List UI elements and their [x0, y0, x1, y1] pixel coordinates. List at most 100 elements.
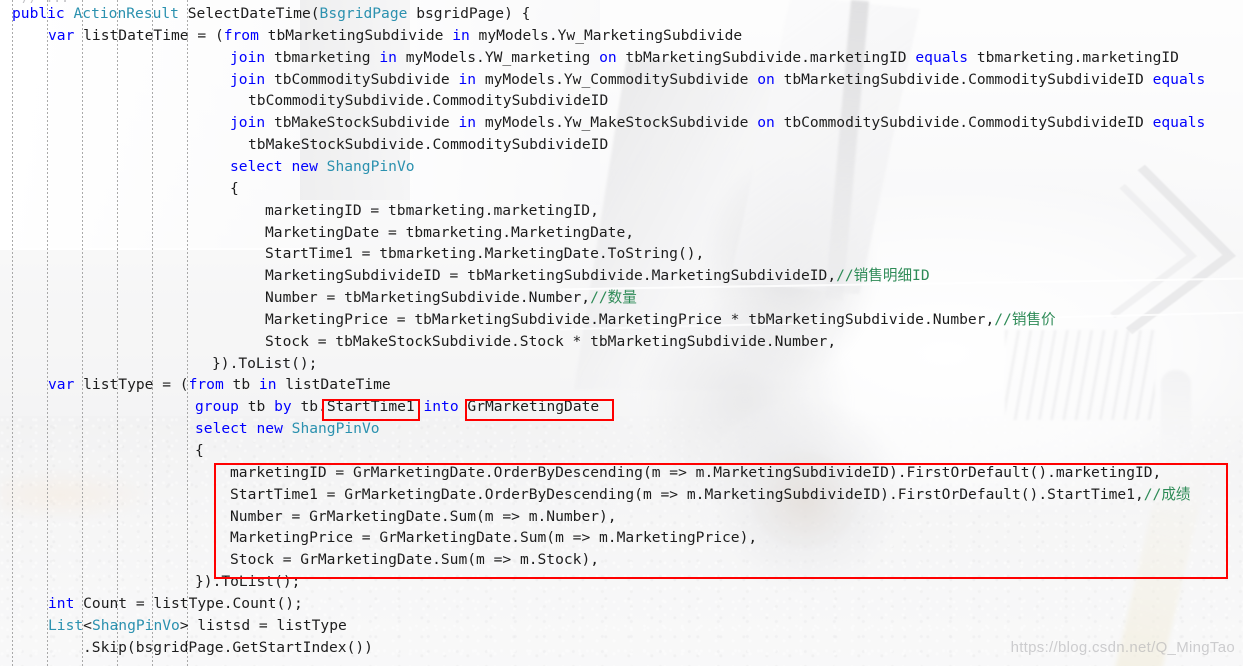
code-line: Number = tbMarketingSubdivide.Number,//数…	[265, 287, 637, 309]
code-token-kw: equals	[915, 48, 969, 66]
code-token-typ: ShangPinVo	[326, 157, 415, 175]
code-line: Stock = GrMarketingDate.Sum(m => m.Stock…	[230, 549, 599, 571]
code-token-kw: on	[599, 48, 617, 66]
code-token-pln: tbMarketingSubdivide.CommoditySubdivideI…	[774, 70, 1153, 88]
code-token-typ: ActionResult	[73, 5, 188, 22]
indent-guide-1	[12, 0, 13, 666]
code-line: marketingID = tbmarketing.marketingID,	[265, 200, 599, 222]
code-token-pln: SelectDateTime(	[187, 5, 320, 22]
code-token-pln: .Skip(bsgridPage.GetStartIndex())	[83, 638, 373, 656]
code-token-pln: listDateTime = (	[74, 26, 224, 44]
code-token-kw: select new	[230, 157, 327, 175]
code-token-kw: from	[188, 376, 224, 394]
code-token-pln: tbMarketingSubdivide	[258, 26, 453, 44]
code-token-pln: listType = (	[74, 376, 189, 394]
code-token-kw: var	[48, 376, 75, 394]
code-token-cmt: //销售明细ID	[836, 267, 930, 285]
code-token-pln: tb.StartTime1	[291, 398, 424, 416]
code-token-typ: ShangPinVo	[91, 616, 180, 634]
code-token-kw: in	[258, 376, 277, 394]
code-token-kw: select new	[195, 420, 292, 438]
code-token-pln: StartTime1 = tbmarketing.MarketingDate.T…	[265, 245, 705, 263]
code-screenshot: // ... public ActionResult SelectDateTim…	[0, 0, 1243, 666]
code-token-kw: join	[230, 114, 266, 132]
code-line: StartTime1 = GrMarketingDate.OrderByDesc…	[230, 484, 1191, 506]
code-token-cmt: //数量	[590, 289, 637, 307]
code-token-typ: BsgridPage	[319, 5, 408, 22]
code-token-typ: ShangPinVo	[291, 420, 380, 438]
indent-guide-4	[117, 0, 118, 666]
code-token-pln: StartTime1 = GrMarketingDate.OrderByDesc…	[230, 485, 1144, 503]
code-token-pln: tbMakeStockSubdivide.CommoditySubdivideI…	[248, 136, 609, 154]
code-token-pln: }).ToList();	[195, 573, 301, 591]
code-token-kw: equals	[1152, 114, 1206, 132]
code-token-kw: join	[230, 48, 266, 66]
code-token-pln: MarketingPrice = GrMarketingDate.Sum(m =…	[230, 529, 758, 547]
code-token-pln: myModels.Yw_MarketingSubdivide	[469, 26, 743, 44]
code-token-pln: tbCommoditySubdivide.CommoditySubdivideI…	[774, 114, 1153, 132]
code-line: var listType = (from tb in listDateTime	[48, 374, 391, 396]
code-token-pln: tbCommoditySubdivide	[265, 70, 459, 88]
code-token-pln: Count = listType.Count();	[74, 594, 303, 612]
code-line: join tbCommoditySubdivide in myModels.Yw…	[230, 69, 1205, 91]
code-token-pln: tbmarketing	[265, 48, 380, 66]
code-token-kw: in	[458, 114, 477, 132]
code-token-pln: MarketingPrice = tbMarketingSubdivide.Ma…	[265, 310, 995, 328]
code-token-pln: MarketingSubdivideID = tbMarketingSubdiv…	[265, 267, 837, 285]
indent-guide-6	[187, 0, 188, 666]
code-token-pln: MarketingDate = tbmarketing.MarketingDat…	[265, 223, 635, 241]
code-token-kw: on	[757, 70, 775, 88]
code-line: StartTime1 = tbmarketing.MarketingDate.T…	[265, 243, 704, 265]
code-token-pln: tb	[238, 398, 275, 416]
code-line: MarketingDate = tbmarketing.MarketingDat…	[265, 222, 634, 244]
indent-guide-2	[47, 0, 48, 666]
code-token-cmt: //成绩	[1143, 485, 1191, 503]
code-token-pln: {	[195, 442, 204, 459]
code-token-kw: equals	[1152, 70, 1206, 88]
code-token-pln: Stock = GrMarketingDate.Sum(m => m.Stock…	[230, 551, 600, 569]
code-line: MarketingSubdivideID = tbMarketingSubdiv…	[265, 265, 930, 287]
code-line: select new ShangPinVo	[195, 418, 380, 440]
code-token-pln: bsgridPage) {	[407, 5, 531, 22]
code-token-pln: Number = tbMarketingSubdivide.Number,	[265, 289, 591, 307]
code-line: int Count = listType.Count();	[48, 593, 303, 615]
code-token-pln: Stock = tbMakeStockSubdivide.Stock * tbM…	[265, 332, 837, 350]
code-line: join tbmarketing in myModels.YW_marketin…	[230, 47, 1179, 69]
code-token-pln: GrMarketingDate	[458, 398, 600, 416]
code-line: MarketingPrice = tbMarketingSubdivide.Ma…	[265, 309, 1056, 331]
code-line: }).ToList();	[195, 571, 300, 593]
code-token-pln: tbMarketingSubdivide.marketingID	[616, 48, 916, 66]
code-line: marketingID = GrMarketingDate.OrderByDes…	[230, 462, 1161, 484]
code-token-kw: in	[379, 48, 397, 66]
code-token-pln: > listsd = listType	[179, 616, 347, 634]
code-token-pln: <	[83, 616, 92, 634]
code-token-pln: myModels.YW_marketing	[396, 48, 600, 66]
code-line: tbMakeStockSubdivide.CommoditySubdivideI…	[248, 134, 608, 156]
code-line: join tbMakeStockSubdivide in myModels.Yw…	[230, 112, 1205, 134]
code-token-pln: tbMakeStockSubdivide	[265, 114, 459, 132]
code-line: var listDateTime = (from tbMarketingSubd…	[48, 25, 742, 47]
code-token-typ: List	[48, 616, 84, 634]
code-token-pln: }).ToList();	[212, 354, 318, 372]
code-line: .Skip(bsgridPage.GetStartIndex())	[83, 637, 373, 659]
code-token-pln: tb	[223, 376, 259, 394]
code-token-cmt: //销售价	[994, 310, 1056, 328]
code-token-kw: join	[230, 70, 266, 88]
code-token-pln: marketingID = GrMarketingDate.OrderByDes…	[230, 463, 1162, 481]
code-token-pln: {	[230, 179, 239, 197]
code-token-pln: myModels.Yw_MakeStockSubdivide	[476, 114, 758, 132]
code-token-kw: group	[195, 398, 239, 416]
code-line: {	[195, 440, 204, 462]
code-line: MarketingPrice = GrMarketingDate.Sum(m =…	[230, 527, 757, 549]
code-line: Stock = tbMakeStockSubdivide.Stock * tbM…	[265, 331, 836, 353]
code-line: {	[230, 178, 239, 200]
code-token-pln: marketingID = tbmarketing.marketingID,	[265, 201, 599, 219]
code-line: group tb by tb.StartTime1 into GrMarketi…	[195, 396, 599, 418]
code-line: select new ShangPinVo	[230, 156, 415, 178]
code-line: }).ToList();	[212, 353, 317, 375]
code-token-pln: Number = GrMarketingDate.Sum(m => m.Numb…	[230, 507, 617, 525]
code-line: public ActionResult SelectDateTime(Bsgri…	[12, 3, 530, 25]
code-token-kw: in	[452, 26, 470, 44]
code-token-kw: var	[48, 26, 75, 44]
code-token-kw: public	[12, 5, 74, 22]
